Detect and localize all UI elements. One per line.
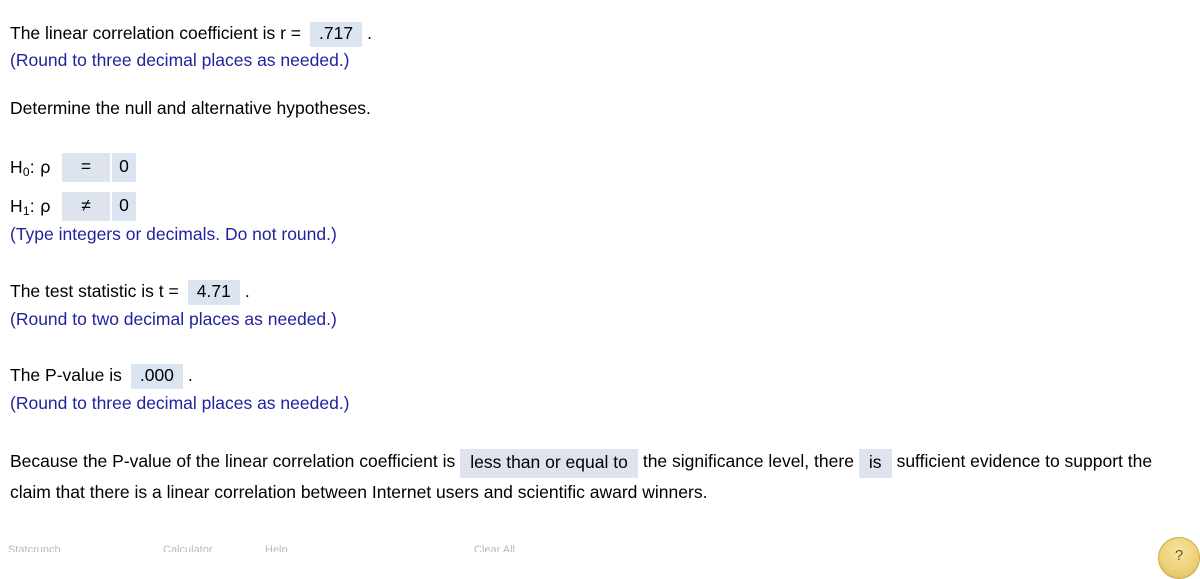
footer-item-calculator[interactable]: Calculator [163,545,213,552]
p-value-prefix-label: The P-value is [10,365,122,385]
footer-item-statcrunch[interactable]: Statcrunch [8,545,61,552]
conclusion-part-1: Because the P-value of the linear correl… [10,451,456,471]
test-statistic-rounding-instruction: (Round to two decimal places as needed.) [10,309,337,329]
p-value-period: . [187,365,193,385]
footer-item-help[interactable]: Help [265,545,288,552]
footer-item-clear-all[interactable]: Clear All [474,545,515,552]
test-statistic-statement: The test statistic is t = 4.71. [10,280,250,305]
footer-toolbar-cutoff: Statcrunch Calculator Help Clear All [0,545,1200,552]
null-hypothesis-row: H0: ρ = 0 [10,153,136,182]
question-mark-icon: ? [1174,547,1184,564]
alternative-hypothesis-value-box[interactable]: 0 [112,192,136,221]
null-hypothesis-operator-dropdown[interactable]: = [62,153,110,182]
p-value-rounding-instruction: (Round to three decimal places as needed… [10,393,350,413]
alternative-hypothesis-row: H1: ρ ≠ 0 [10,192,136,221]
conclusion-part-2: the significance level, there [642,451,854,471]
test-statistic-prefix-label: The test statistic is t = [10,281,179,301]
correlation-answer-box[interactable]: .717 [310,22,363,47]
correlation-rounding-instruction: (Round to three decimal places as needed… [10,50,350,70]
help-bubble-icon[interactable]: ? [1158,537,1200,579]
exercise-page: The linear correlation coefficient is r … [0,0,1200,579]
test-statistic-answer-box[interactable]: 4.71 [187,280,240,305]
hypotheses-instruction: (Type integers or decimals. Do not round… [10,224,337,244]
null-hypothesis-value-box[interactable]: 0 [112,153,136,182]
correlation-period: . [367,23,372,43]
alternative-hypothesis-label: H1: ρ [10,195,51,218]
hypotheses-prompt: Determine the null and alternative hypot… [10,98,371,118]
p-value-statement: The P-value is .000. [10,364,193,389]
test-statistic-period: . [244,281,250,301]
correlation-prefix-label: The linear correlation coefficient is r … [10,23,301,43]
p-value-answer-box[interactable]: .000 [130,364,183,389]
conclusion-paragraph: Because the P-value of the linear correl… [10,446,1190,507]
alternative-hypothesis-operator-dropdown[interactable]: ≠ [62,192,110,221]
comparison-dropdown[interactable]: less than or equal to [460,449,638,478]
correlation-statement: The linear correlation coefficient is r … [10,22,372,47]
null-hypothesis-label: H0: ρ [10,156,51,179]
sufficiency-dropdown[interactable]: is [858,449,892,478]
